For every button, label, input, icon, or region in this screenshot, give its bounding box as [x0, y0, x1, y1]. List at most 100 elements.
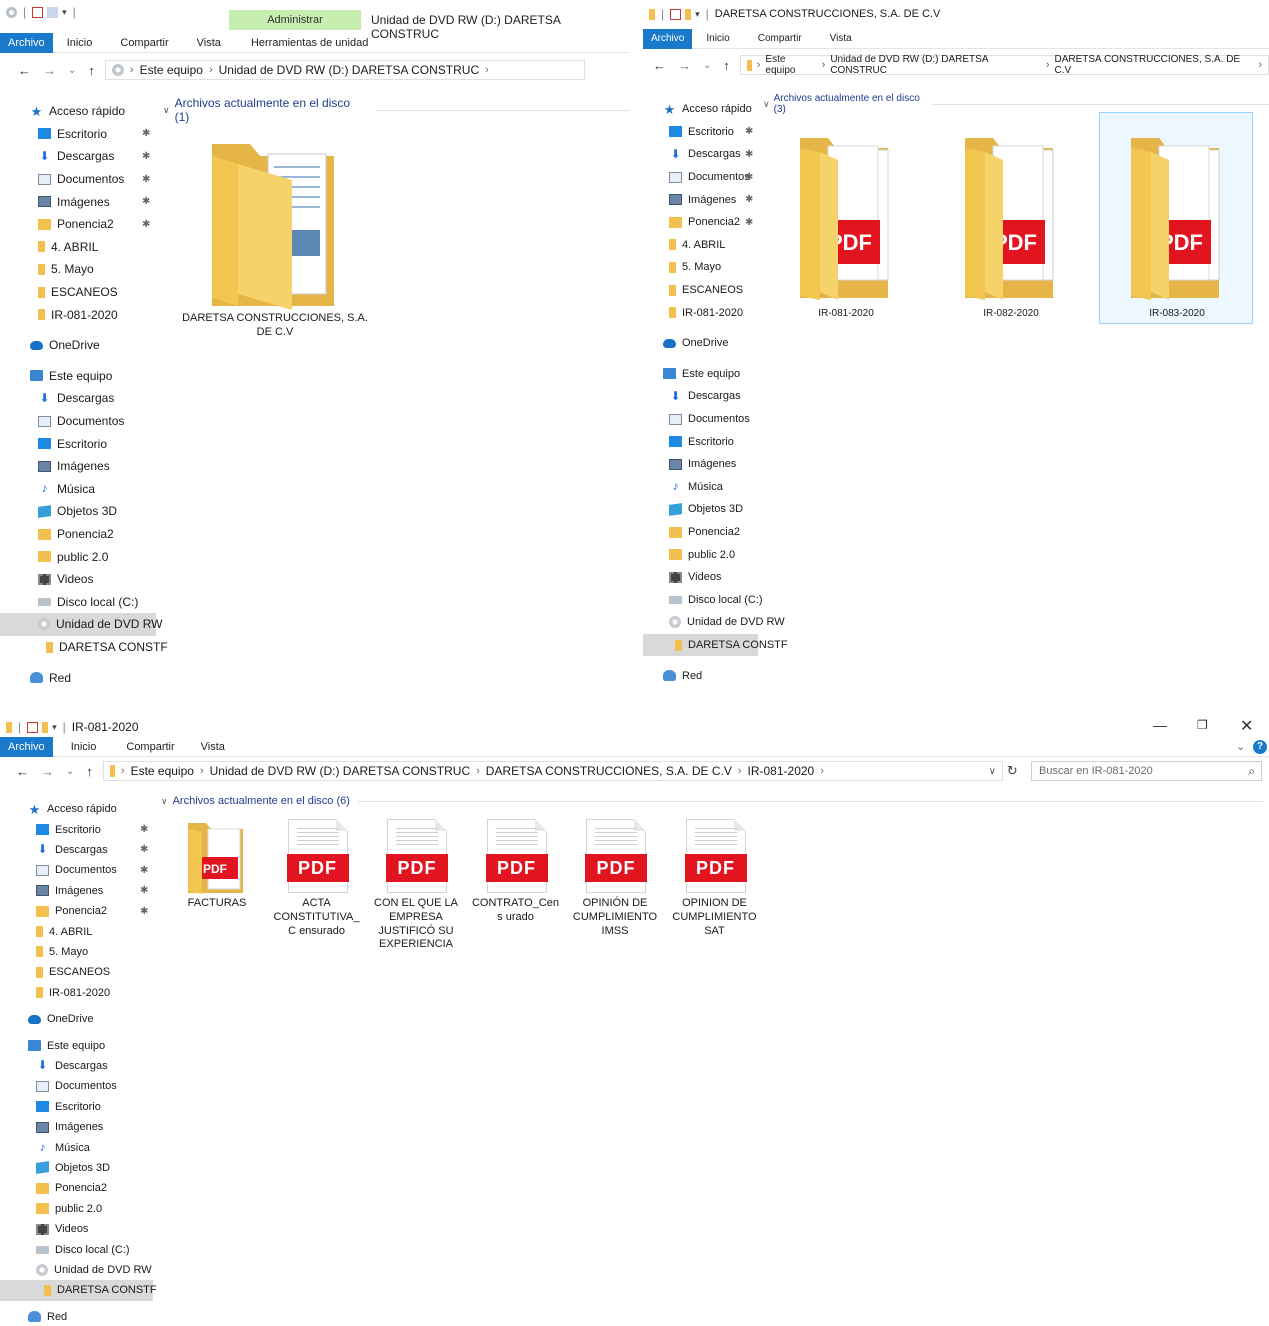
tab-archivo[interactable]: Archivo: [0, 736, 53, 757]
back-arrow-icon[interactable]: ←: [0, 764, 35, 779]
sidebar-item-escaneos[interactable]: ESCANEOS: [0, 281, 156, 304]
breadcrumb-este-equipo[interactable]: Este equipo: [131, 764, 194, 778]
sidebar-item-videos[interactable]: Videos: [0, 1219, 153, 1239]
folder-tile[interactable]: PDF IR-083-2020: [1129, 130, 1229, 325]
properties-icon[interactable]: [670, 8, 682, 20]
sidebar-item-ponencia2[interactable]: Ponencia2 ✱: [643, 211, 758, 234]
sidebar-item-red[interactable]: Red: [0, 666, 156, 689]
breadcrumb-daretsa[interactable]: DARETSA CONSTRUCCIONES, S.A. DE C.V: [1055, 54, 1254, 76]
group-header[interactable]: ∨ Archivos actualmente en el disco (1): [163, 96, 630, 124]
refresh-icon[interactable]: ↻: [1007, 763, 1018, 779]
sidebar-item-daretsa-constf[interactable]: DARETSA CONSTF: [0, 636, 168, 659]
sidebar-item-documentos[interactable]: Documentos ✱: [0, 168, 156, 191]
back-arrow-icon[interactable]: ←: [643, 58, 672, 73]
folder-tile[interactable]: PDF IR-082-2020: [963, 130, 1063, 325]
sidebar-item-unidad-de-dvd-rw[interactable]: Unidad de DVD RW: [0, 1260, 153, 1280]
customize-quick-access-icon[interactable]: ▾: [695, 9, 700, 20]
sidebar-item-videos[interactable]: Videos: [643, 566, 758, 589]
sidebar-item-documentos[interactable]: Documentos ✱: [643, 166, 758, 189]
sidebar-item-descargas[interactable]: ⬇ Descargas: [643, 385, 758, 408]
tab-archivo[interactable]: Archivo: [0, 32, 53, 53]
pdf-file-tile[interactable]: PDF OPINIÓN DE CUMPLIMIENTO IMSS: [566, 817, 664, 957]
tab-inicio[interactable]: Inicio: [53, 737, 115, 757]
sidebar-item-imágenes[interactable]: Imágenes ✱: [0, 881, 153, 901]
sidebar-item-imágenes[interactable]: Imágenes: [0, 455, 156, 478]
sidebar-item-disco-local-c[interactable]: Disco local (C:): [643, 589, 763, 612]
pdf-file-tile[interactable]: PDF CONTRATO_Cens urado: [467, 817, 565, 957]
sidebar-item-unidad-de-dvd-rw[interactable]: Unidad de DVD RW: [643, 611, 785, 634]
sidebar-item-objetos-3d[interactable]: Objetos 3D: [643, 498, 758, 521]
tab-archivo[interactable]: Archivo: [643, 28, 693, 49]
sidebar-item-public-2-0[interactable]: public 2.0: [643, 543, 758, 566]
sidebar-item-imágenes[interactable]: Imágenes: [643, 453, 758, 476]
sidebar-item-ponencia2[interactable]: Ponencia2: [0, 523, 156, 546]
collapse-chevron-icon[interactable]: ∨: [163, 105, 170, 116]
sidebar-item-disco-local-c[interactable]: Disco local (C:): [0, 591, 156, 614]
search-icon[interactable]: ⌕: [1248, 764, 1255, 779]
tab-herramientas-de-unidad[interactable]: Herramientas de unidad: [237, 33, 382, 53]
sidebar-item-onedrive[interactable]: OneDrive: [0, 334, 156, 357]
sidebar-item-ir-081-2020[interactable]: IR-081-2020: [0, 303, 156, 326]
sidebar-item-acceso-rápido[interactable]: ★ Acceso rápido: [643, 98, 758, 121]
sidebar-item-acceso-rápido[interactable]: ★ Acceso rápido: [0, 799, 153, 819]
breadcrumb-este-equipo[interactable]: Este equipo: [765, 54, 816, 76]
sidebar-item-descargas[interactable]: ⬇ Descargas: [0, 387, 156, 410]
forward-arrow-icon[interactable]: →: [37, 63, 62, 78]
breadcrumb[interactable]: › Este equipo › Unidad de DVD RW (D:) DA…: [739, 54, 1269, 76]
sidebar-item-escritorio[interactable]: Escritorio: [0, 1097, 153, 1117]
sidebar-item-escaneos[interactable]: ESCANEOS: [0, 962, 153, 982]
sidebar-item-disco-local-c[interactable]: Disco local (C:): [0, 1239, 153, 1259]
properties-icon[interactable]: [27, 721, 39, 733]
sidebar-item-public-2-0[interactable]: public 2.0: [0, 545, 156, 568]
breadcrumb[interactable]: › Este equipo › Unidad de DVD RW (D:) DA…: [104, 60, 585, 80]
sidebar-item-documentos[interactable]: Documentos ✱: [0, 860, 153, 880]
folder-tile-facturas[interactable]: PDF FACTURAS: [168, 817, 266, 957]
sidebar-item-4-abril[interactable]: 4. ABRIL: [0, 236, 156, 259]
address-dropdown-icon[interactable]: ∨: [989, 766, 996, 777]
breadcrumb-este-equipo[interactable]: Este equipo: [140, 63, 203, 77]
sidebar-item-imágenes[interactable]: Imágenes ✱: [0, 190, 156, 213]
tab-vista[interactable]: Vista: [816, 29, 866, 49]
sidebar-item-onedrive[interactable]: OneDrive: [643, 332, 758, 355]
recent-locations-chevron-icon[interactable]: ⌄: [697, 60, 717, 71]
sidebar-item-5-mayo[interactable]: 5. Mayo: [0, 258, 156, 281]
sidebar-item-escritorio[interactable]: Escritorio: [643, 430, 758, 453]
sidebar-item-daretsa-constf[interactable]: DARETSA CONSTF: [0, 1280, 157, 1301]
sidebar-item-4-abril[interactable]: 4. ABRIL: [643, 234, 758, 257]
sidebar-item-4-abril[interactable]: 4. ABRIL: [0, 921, 153, 941]
sidebar-item-este-equipo[interactable]: Este equipo: [0, 1035, 153, 1055]
new-folder-icon[interactable]: [685, 8, 692, 20]
tab-inicio[interactable]: Inicio: [692, 29, 743, 49]
breadcrumb-ir-081-2020[interactable]: IR-081-2020: [748, 764, 815, 778]
tab-compartir[interactable]: Compartir: [114, 737, 186, 757]
sidebar-item-ponencia2[interactable]: Ponencia2 ✱: [0, 213, 156, 236]
sidebar-item-acceso-rápido[interactable]: ★ Acceso rápido: [0, 100, 156, 123]
pdf-file-tile[interactable]: PDF ACTA CONSTITUTIVA_C ensurado: [268, 817, 366, 957]
tab-compartir[interactable]: Compartir: [106, 33, 182, 53]
pdf-file-tile[interactable]: PDF CON EL QUE LA EMPRESA JUSTIFICÓ SU EX…: [367, 817, 465, 957]
sidebar-item-este-equipo[interactable]: Este equipo: [0, 365, 156, 388]
sidebar-item-ir-081-2020[interactable]: IR-081-2020: [0, 983, 153, 1003]
tab-vista[interactable]: Vista: [183, 33, 235, 53]
recent-locations-chevron-icon[interactable]: ⌄: [62, 65, 82, 76]
customize-quick-access-icon[interactable]: ▾: [52, 722, 57, 733]
collapse-chevron-icon[interactable]: ∨: [763, 99, 770, 110]
properties-icon[interactable]: [32, 6, 44, 18]
sidebar-item-escritorio[interactable]: Escritorio: [0, 432, 156, 455]
sidebar-item-documentos[interactable]: Documentos: [643, 408, 758, 431]
sidebar-item-escritorio[interactable]: Escritorio ✱: [0, 819, 153, 839]
up-arrow-icon[interactable]: ↑: [80, 764, 99, 779]
recent-locations-chevron-icon[interactable]: ⌄: [60, 766, 80, 777]
search-input[interactable]: Buscar en IR-081-2020 ⌕: [1031, 761, 1262, 781]
sidebar-item-onedrive[interactable]: OneDrive: [0, 1009, 153, 1029]
sidebar-item-imágenes[interactable]: Imágenes: [0, 1117, 153, 1137]
collapse-chevron-icon[interactable]: ∨: [161, 796, 168, 807]
group-header[interactable]: ∨ Archivos actualmente en el disco (6): [161, 795, 1263, 807]
tab-vista[interactable]: Vista: [187, 737, 239, 757]
breadcrumb-dvd-drive[interactable]: Unidad de DVD RW (D:) DARETSA CONSTRUC: [210, 764, 471, 778]
sidebar-item-5-mayo[interactable]: 5. Mayo: [643, 256, 758, 279]
sidebar-item-documentos[interactable]: Documentos: [0, 410, 156, 433]
sidebar-item-videos[interactable]: Videos: [0, 568, 156, 591]
maximize-button[interactable]: ❐: [1197, 718, 1208, 732]
sidebar-item-escaneos[interactable]: ESCANEOS: [643, 279, 758, 302]
